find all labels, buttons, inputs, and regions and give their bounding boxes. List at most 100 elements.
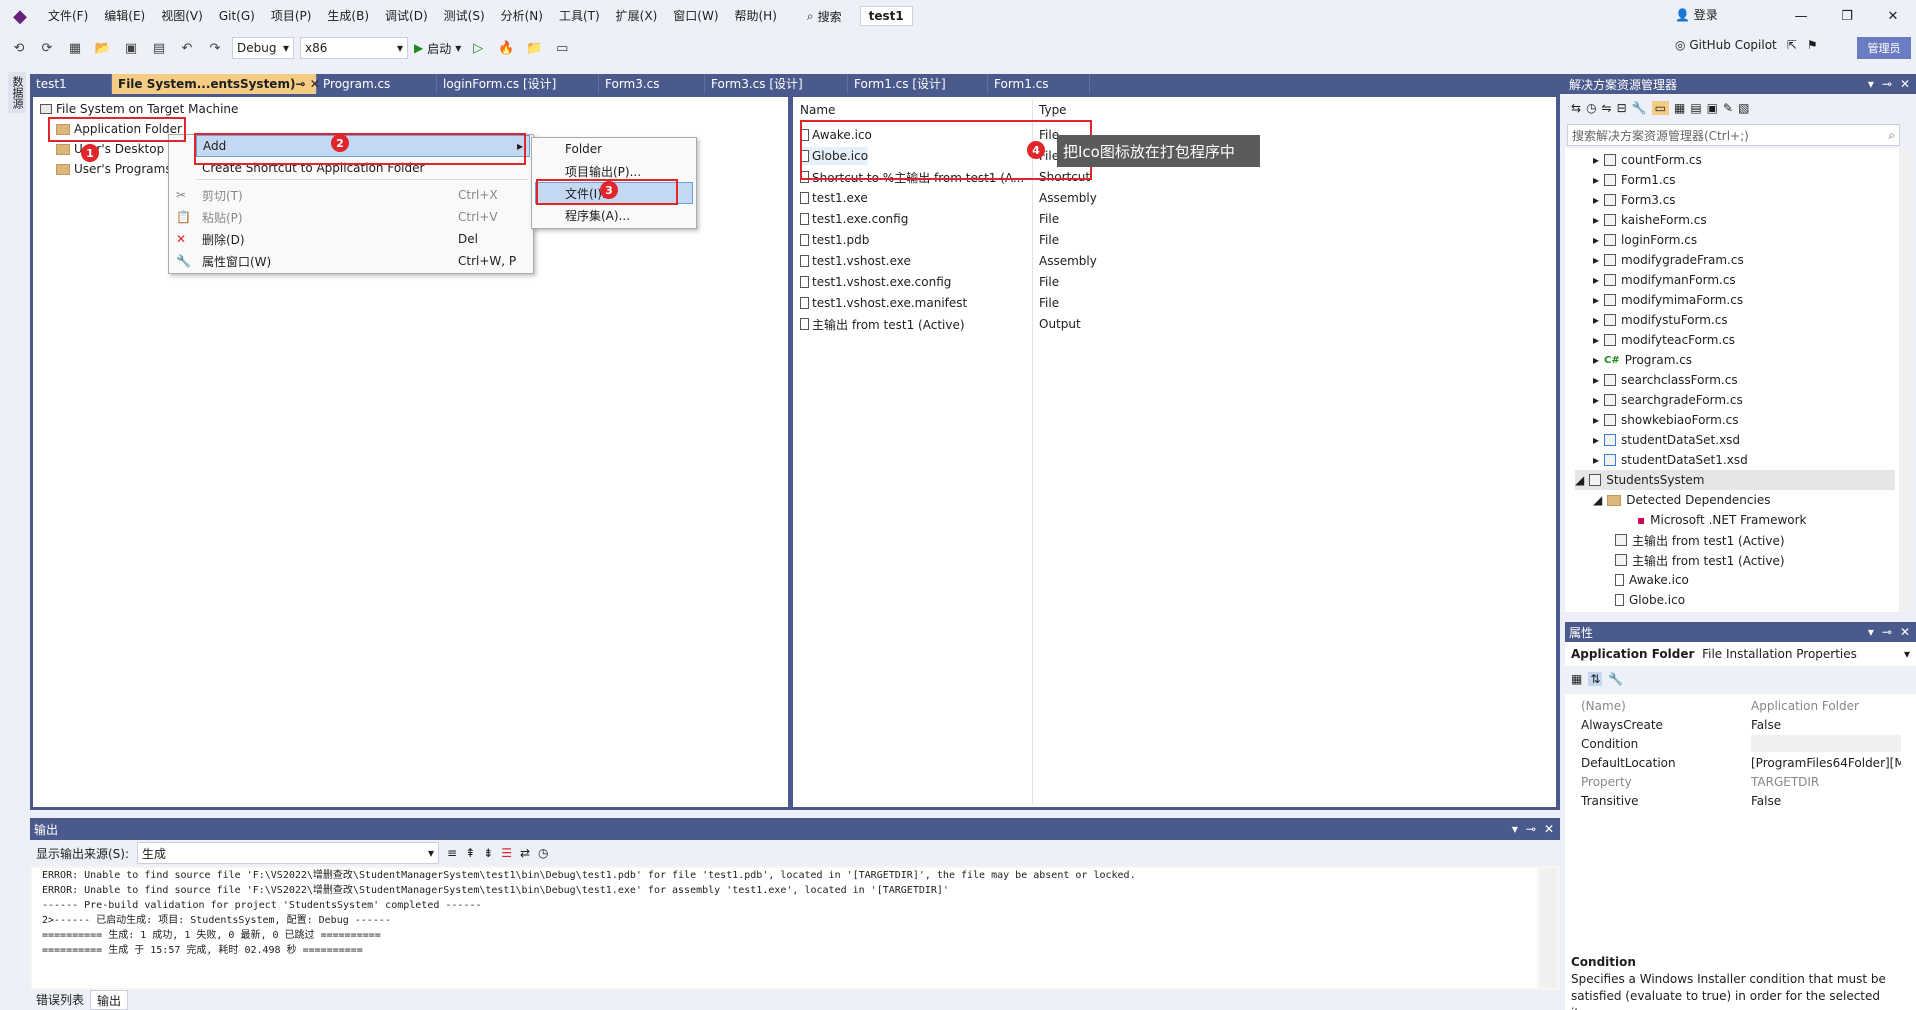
tree-item[interactable]: ▸ studentDataSet1.xsd xyxy=(1593,450,1748,470)
collapse-all-icon[interactable]: ⊟ xyxy=(1617,101,1627,115)
tree-item[interactable]: ▸ studentDataSet.xsd xyxy=(1593,430,1740,450)
menu-test[interactable]: 测试(S) xyxy=(436,0,493,32)
output-source-dropdown[interactable]: 生成 ▾ xyxy=(137,842,440,864)
clear-all-icon[interactable]: ☰ xyxy=(501,846,512,860)
solution-explorer-scrollbar[interactable] xyxy=(1899,148,1913,612)
tree-item[interactable]: ▸ modifygradeFram.cs xyxy=(1593,250,1744,270)
file-row[interactable]: test1.exe.config xyxy=(800,210,908,228)
tab-form3-cs[interactable]: Form3.cs xyxy=(599,74,705,94)
menu-item-delete[interactable]: ✕ 删除(D) Del xyxy=(176,228,526,250)
solution-explorer-search[interactable]: 搜索解决方案资源管理器(Ctrl+;) ⌕ xyxy=(1567,124,1900,146)
tree-item[interactable]: ▸ Form3.cs xyxy=(1593,190,1676,210)
open-folder-icon[interactable]: 📂 xyxy=(92,37,114,59)
dropdown-icon[interactable]: ▾ xyxy=(1868,77,1874,91)
copilot-button[interactable]: ◎ GitHub Copilot xyxy=(1675,38,1777,52)
menu-item-properties[interactable]: 🔧 属性窗口(W) Ctrl+W, P xyxy=(176,250,526,272)
tree-item[interactable]: ▸ modifystuForm.cs xyxy=(1593,310,1728,330)
file-row[interactable]: test1.vshost.exe.manifest xyxy=(800,294,967,312)
start-button[interactable]: ▶ 启动 ▾ xyxy=(414,40,461,57)
output-scrollbar[interactable] xyxy=(1540,868,1556,988)
menu-window[interactable]: 窗口(W) xyxy=(665,0,726,32)
user-interface-icon[interactable]: ▣ xyxy=(1707,101,1718,115)
close-icon[interactable]: ✕ xyxy=(1544,822,1554,836)
new-project-icon[interactable]: ▦ xyxy=(64,37,86,59)
history-icon[interactable]: ◷ xyxy=(1586,101,1596,115)
close-icon[interactable]: ✕ xyxy=(1900,625,1910,639)
tab-file-system[interactable]: File System...entsSystem) ⊸ ✕ xyxy=(112,74,320,94)
tree-item[interactable]: ▸ searchgradeForm.cs xyxy=(1593,390,1743,410)
menu-debug[interactable]: 调试(D) xyxy=(377,0,436,32)
property-row[interactable]: DefaultLocation[ProgramFiles64Folder][Ma… xyxy=(1581,753,1901,772)
next-message-icon[interactable]: ⇟ xyxy=(483,846,493,860)
save-icon[interactable]: ▣ xyxy=(120,37,142,59)
properties-icon[interactable]: 🔧 xyxy=(1632,101,1647,115)
tree-item[interactable]: Globe.ico xyxy=(1615,590,1685,610)
properties-object-selector[interactable]: Application Folder File Installation Pro… xyxy=(1565,642,1916,666)
file-row[interactable]: test1.vshost.exe xyxy=(800,252,911,270)
hot-reload-icon[interactable]: 🔥 xyxy=(495,37,517,59)
tree-item[interactable]: ◢ Detected Dependencies xyxy=(1593,490,1770,510)
forward-icon[interactable]: ⟳ xyxy=(36,37,58,59)
tree-item[interactable]: 主输出 from test1 (Active) xyxy=(1615,550,1785,570)
tree-item-project[interactable]: ◢ StudentsSystem xyxy=(1575,470,1895,490)
save-all-icon[interactable]: ▤ xyxy=(148,37,170,59)
redo-icon[interactable]: ↷ xyxy=(204,37,226,59)
file-row[interactable]: 主输出 from test1 (Active) xyxy=(800,315,965,333)
search-box[interactable]: ⌕ 搜索 xyxy=(799,4,850,28)
data-sources-tab[interactable]: 数据源 xyxy=(8,72,26,113)
prev-message-icon[interactable]: ⇞ xyxy=(465,846,475,860)
folder-view-icon[interactable]: 📁 xyxy=(523,37,545,59)
tab-loginform-design[interactable]: loginForm.cs [设计] xyxy=(437,74,599,94)
registry-editor-icon[interactable]: ▦ xyxy=(1674,101,1685,115)
tree-item[interactable]: ▸ modifyteacForm.cs xyxy=(1593,330,1735,350)
property-pages-icon[interactable]: 🔧 xyxy=(1608,672,1623,686)
menu-extensions[interactable]: 扩展(X) xyxy=(608,0,666,32)
menu-git[interactable]: Git(G) xyxy=(211,0,263,32)
back-icon[interactable]: ⟲ xyxy=(8,37,30,59)
restore-icon[interactable]: ❐ xyxy=(1824,0,1870,32)
categorized-icon[interactable]: ▦ xyxy=(1571,672,1582,686)
sync-icon[interactable]: ⇆ xyxy=(1571,101,1581,115)
tab-error-list[interactable]: 错误列表 xyxy=(30,990,90,1010)
tree-item[interactable]: ▸ countForm.cs xyxy=(1593,150,1702,170)
minimize-icon[interactable]: — xyxy=(1778,0,1824,32)
menu-item-cut[interactable]: ✂ 剪切(T) Ctrl+X xyxy=(176,184,526,206)
property-row[interactable]: Transitive False xyxy=(1581,791,1901,810)
close-icon[interactable]: ✕ xyxy=(1870,0,1916,32)
alphabetical-icon[interactable]: ⇅ xyxy=(1588,672,1603,686)
menu-view[interactable]: 视图(V) xyxy=(153,0,211,32)
property-row[interactable]: (Name) Application Folder xyxy=(1581,696,1901,715)
menu-tools[interactable]: 工具(T) xyxy=(551,0,608,32)
tree-item[interactable]: ▸ loginForm.cs xyxy=(1593,230,1697,250)
find-message-icon[interactable]: ≡ xyxy=(447,846,457,860)
pin-icon[interactable]: ⊸ xyxy=(1526,822,1536,836)
login-button[interactable]: 👤 登录 xyxy=(1675,6,1718,23)
property-row[interactable]: Property TARGETDIR xyxy=(1581,772,1901,791)
column-header-type[interactable]: Type xyxy=(1039,103,1067,117)
menu-item-assembly[interactable]: 程序集(A)... xyxy=(565,204,630,226)
column-header-name[interactable]: Name xyxy=(800,103,835,117)
tree-item[interactable]: ▸ showkebiaoForm.cs xyxy=(1593,410,1739,430)
platform-dropdown[interactable]: x86 ▾ xyxy=(300,37,408,59)
tab-form3-design[interactable]: Form3.cs [设计] xyxy=(705,74,848,94)
file-row[interactable]: test1.vshost.exe.config xyxy=(800,273,951,291)
timestamp-icon[interactable]: ◷ xyxy=(538,846,548,860)
property-row[interactable]: Condition xyxy=(1581,734,1901,753)
tree-item[interactable]: ▸ searchclassForm.cs xyxy=(1593,370,1738,390)
custom-actions-icon[interactable]: ✎ xyxy=(1723,101,1733,115)
tree-item[interactable]: ▸ modifymanForm.cs xyxy=(1593,270,1736,290)
menu-build[interactable]: 生成(B) xyxy=(319,0,377,32)
menu-item-paste[interactable]: 📋 粘贴(P) Ctrl+V xyxy=(176,206,526,228)
undo-icon[interactable]: ↶ xyxy=(176,37,198,59)
file-system-editor-icon[interactable]: ▭ xyxy=(1651,101,1669,115)
close-icon[interactable]: ✕ xyxy=(1900,77,1910,91)
menu-analyze[interactable]: 分析(N) xyxy=(493,0,551,32)
launch-conditions-icon[interactable]: ▧ xyxy=(1738,101,1749,115)
tab-form1-cs[interactable]: Form1.cs xyxy=(988,74,1090,94)
file-row[interactable]: test1.exe xyxy=(800,189,868,207)
tree-item[interactable]: 主输出 from test1 (Active) xyxy=(1615,530,1785,550)
pending-changes-icon[interactable]: ⇋ xyxy=(1602,101,1612,115)
menu-help[interactable]: 帮助(H) xyxy=(727,0,785,32)
tree-root[interactable]: File System on Target Machine xyxy=(40,100,238,118)
tab-program-cs[interactable]: Program.cs xyxy=(317,74,437,94)
